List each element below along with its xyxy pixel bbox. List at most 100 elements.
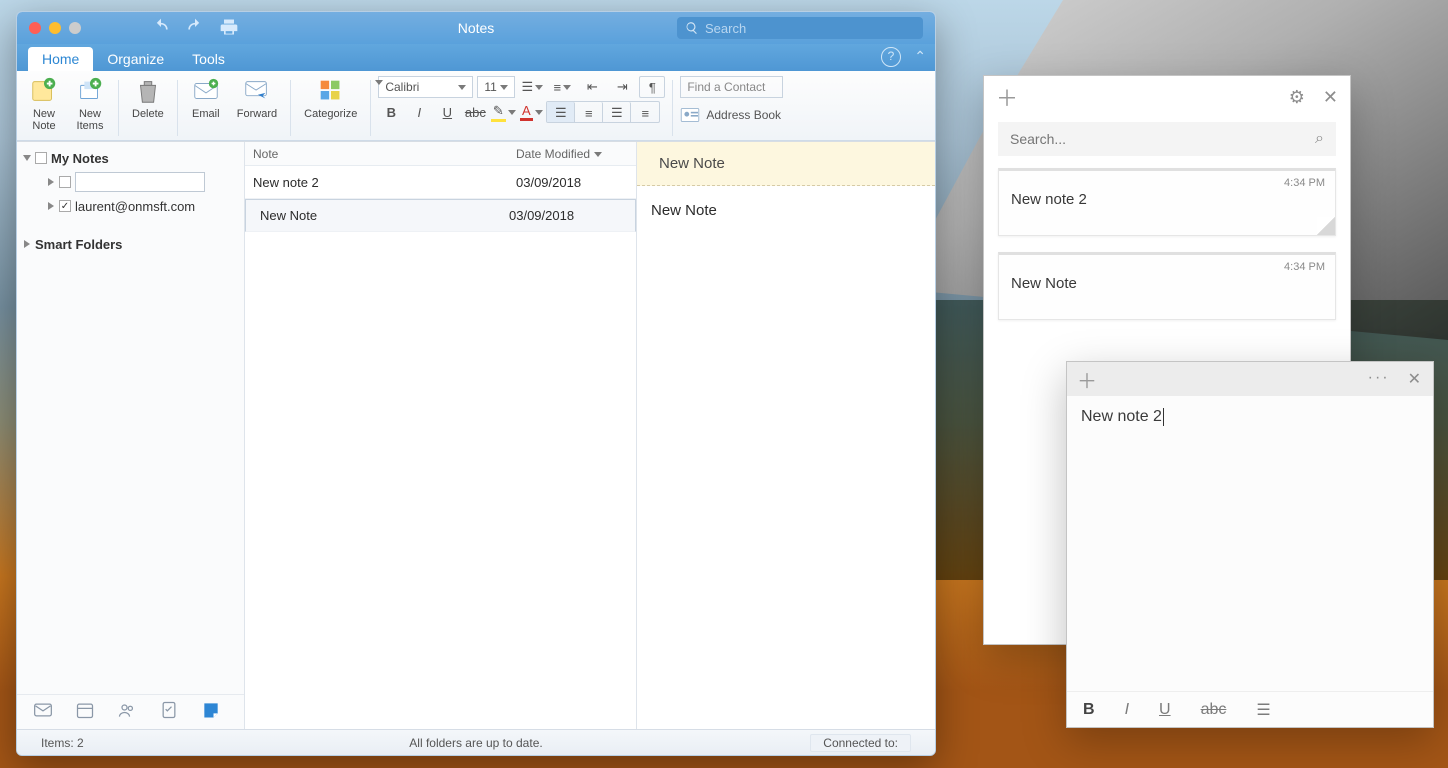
card-title: New note 2 [1011, 191, 1323, 208]
new-note-label: New Note [32, 108, 55, 132]
font-size-select[interactable]: 11 [477, 76, 515, 98]
underline-button[interactable]: U [434, 101, 460, 123]
folder-rename-input[interactable] [75, 172, 205, 192]
add-note-button[interactable]: ＋ [996, 81, 1018, 113]
categorize-label: Categorize [304, 108, 357, 120]
align-right-button[interactable]: ☰ [603, 102, 631, 123]
redo-icon[interactable] [185, 17, 205, 40]
email-label: Email [192, 108, 220, 120]
row-title: New Note [252, 208, 509, 223]
undo-icon[interactable] [151, 17, 171, 40]
tab-home[interactable]: Home [28, 47, 93, 71]
italic-button[interactable]: I [1125, 701, 1129, 719]
people-icon[interactable] [117, 700, 137, 725]
sticky-card[interactable]: 4:34 PM New Note [998, 252, 1336, 320]
checkbox-checked[interactable]: ✓ [59, 200, 71, 212]
sidebar-my-notes[interactable]: My Notes [17, 146, 244, 170]
more-icon[interactable]: ··· [1368, 369, 1390, 389]
font-name-select[interactable]: Calibri [378, 76, 473, 98]
close-window-button[interactable] [29, 22, 41, 34]
sidebar-smart-folders[interactable]: Smart Folders [17, 232, 244, 256]
paragraph-mark-button[interactable]: ¶ [639, 76, 665, 98]
folder-sidebar: My Notes ✓ laurent@onmsft.com Smart Fold… [17, 142, 245, 729]
tab-organize[interactable]: Organize [93, 47, 178, 71]
collapse-ribbon-icon[interactable]: ⌃ [914, 48, 926, 65]
align-left-button[interactable]: ☰ [547, 102, 575, 123]
print-icon[interactable] [219, 17, 239, 40]
delete-icon [133, 76, 163, 106]
sticky-search-input[interactable] [1010, 131, 1315, 147]
close-icon[interactable]: ✕ [1323, 87, 1338, 108]
note-title: New Note [659, 155, 725, 172]
tab-tools[interactable]: Tools [178, 47, 239, 71]
categorize-button[interactable]: Categorize [298, 76, 363, 138]
bold-button[interactable]: B [378, 101, 404, 123]
strikethrough-button[interactable]: abc [1201, 701, 1227, 719]
list-row[interactable]: New Note 03/09/2018 [245, 199, 636, 232]
decrease-indent-button[interactable]: ⇤ [579, 76, 605, 98]
underline-button[interactable]: U [1159, 701, 1171, 719]
titlebar-search[interactable] [677, 17, 923, 39]
highlight-color-button[interactable]: ✎ [490, 101, 516, 123]
increase-indent-button[interactable]: ⇥ [609, 76, 635, 98]
ribbon-tabstrip: Home Organize Tools ? ⌃ [17, 44, 935, 71]
list-row[interactable]: New note 2 03/09/2018 [245, 166, 636, 199]
align-center-button[interactable]: ≡ [575, 102, 603, 123]
email-button[interactable]: Email [185, 76, 227, 138]
note-header: New Note [637, 142, 935, 186]
search-icon: ⌕ [1315, 130, 1324, 148]
sticky-note-text: New note 2 [1081, 408, 1162, 425]
checkbox-unchecked[interactable] [35, 152, 47, 164]
new-items-button[interactable]: New Items [69, 76, 111, 138]
mail-icon[interactable] [33, 700, 53, 725]
bulleted-list-button[interactable]: ☰ [519, 76, 545, 98]
font-color-button[interactable]: A [518, 101, 544, 123]
traffic-lights [29, 22, 81, 34]
sort-chevron-icon [594, 152, 602, 157]
forward-button[interactable]: Forward [231, 76, 283, 138]
close-icon[interactable]: ✕ [1408, 369, 1423, 389]
bold-button[interactable]: B [1083, 701, 1095, 719]
titlebar: Notes [17, 12, 935, 44]
new-note-button[interactable]: New Note [23, 76, 65, 138]
settings-icon[interactable]: ⚙ [1289, 87, 1305, 108]
forward-label: Forward [237, 108, 277, 120]
align-justify-button[interactable]: ≡ [631, 102, 659, 123]
address-book-button[interactable]: Address Book [680, 104, 783, 126]
ribbon: New Note New Items Delete Email Forward … [17, 71, 935, 141]
new-items-label: New Items [77, 108, 104, 132]
notes-icon[interactable] [201, 700, 221, 725]
col-date-header[interactable]: Date Modified [516, 147, 636, 161]
tasks-icon[interactable] [159, 700, 179, 725]
find-contact-input[interactable]: Find a Contact [680, 76, 783, 98]
italic-button[interactable]: I [406, 101, 432, 123]
help-icon[interactable]: ? [881, 47, 901, 67]
bulleted-list-button[interactable]: ☰ [1256, 700, 1270, 720]
status-connected: Connected to: [810, 734, 911, 752]
sticky-card[interactable]: 4:34 PM New note 2 [998, 168, 1336, 236]
chevron-down-icon [23, 155, 31, 161]
strikethrough-button[interactable]: abc [462, 101, 488, 123]
search-input[interactable] [705, 21, 915, 36]
row-title: New note 2 [245, 175, 516, 190]
sidebar-item-account[interactable]: ✓ laurent@onmsft.com [17, 194, 244, 218]
sticky-note-body[interactable]: New note 2 [1067, 396, 1433, 691]
checkbox-unchecked[interactable] [59, 176, 71, 188]
add-note-button[interactable]: ＋ [1077, 365, 1097, 394]
zoom-window-button[interactable] [69, 22, 81, 34]
chevron-right-icon [24, 240, 30, 248]
col-note-header[interactable]: Note [245, 147, 516, 161]
delete-button[interactable]: Delete [126, 76, 170, 138]
sidebar-footer [17, 694, 244, 729]
minimize-window-button[interactable] [49, 22, 61, 34]
col-date-label: Date Modified [516, 147, 590, 161]
numbered-list-button[interactable]: ≡ [549, 76, 575, 98]
card-time: 4:34 PM [1284, 261, 1325, 273]
reading-pane: New Note New Note [637, 142, 935, 729]
titlebar-quick-tools [151, 17, 239, 40]
sticky-search[interactable]: ⌕ [998, 122, 1336, 156]
categorize-icon [316, 76, 346, 106]
sidebar-item-rename[interactable] [17, 170, 244, 194]
note-body[interactable]: New Note [637, 186, 935, 729]
calendar-icon[interactable] [75, 700, 95, 725]
